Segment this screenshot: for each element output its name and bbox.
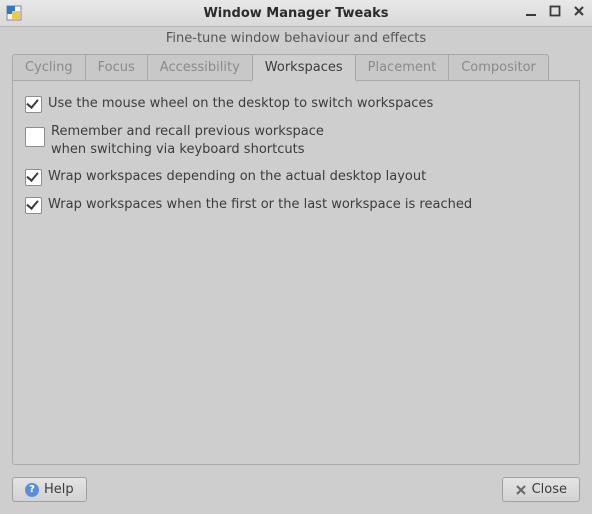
option-label: Use the mouse wheel on the desktop to sw… bbox=[48, 95, 433, 113]
window: Window Manager Tweaks Fine-tune window b… bbox=[0, 0, 592, 514]
tab-compositor[interactable]: Compositor bbox=[448, 54, 549, 81]
close-icon bbox=[515, 484, 527, 496]
button-bar: ? Help Close bbox=[12, 465, 580, 502]
tab-cycling[interactable]: Cycling bbox=[12, 54, 86, 81]
minimize-button[interactable] bbox=[524, 5, 538, 21]
help-button[interactable]: ? Help bbox=[12, 477, 87, 502]
option-wrap-layout[interactable]: Wrap workspaces depending on the actual … bbox=[25, 168, 567, 186]
checkbox-icon[interactable] bbox=[25, 96, 42, 113]
checkbox-icon[interactable] bbox=[25, 197, 42, 214]
maximize-button[interactable] bbox=[548, 5, 562, 21]
tab-accessibility[interactable]: Accessibility bbox=[147, 54, 253, 81]
close-button-label: Close bbox=[532, 482, 567, 497]
option-label: Wrap workspaces when the first or the la… bbox=[48, 196, 472, 214]
tab-panel-workspaces: Use the mouse wheel on the desktop to sw… bbox=[12, 80, 580, 465]
tab-bar: Cycling Focus Accessibility Workspaces P… bbox=[12, 54, 580, 81]
titlebar: Window Manager Tweaks bbox=[0, 0, 592, 27]
window-controls bbox=[524, 5, 586, 21]
close-dialog-button[interactable]: Close bbox=[502, 477, 580, 502]
option-label: Remember and recall previous workspacewh… bbox=[51, 123, 324, 158]
app-icon bbox=[6, 5, 22, 21]
checkbox-icon[interactable] bbox=[25, 169, 42, 186]
content-area: Cycling Focus Accessibility Workspaces P… bbox=[0, 54, 592, 514]
option-mousewheel-switch[interactable]: Use the mouse wheel on the desktop to sw… bbox=[25, 95, 567, 113]
window-subtitle: Fine-tune window behaviour and effects bbox=[0, 27, 592, 54]
tab-focus[interactable]: Focus bbox=[85, 54, 148, 81]
tab-frame: Cycling Focus Accessibility Workspaces P… bbox=[12, 54, 580, 465]
close-button[interactable] bbox=[572, 5, 586, 21]
option-remember-previous[interactable]: Remember and recall previous workspacewh… bbox=[25, 123, 567, 158]
option-label: Wrap workspaces depending on the actual … bbox=[48, 168, 426, 186]
checkbox-icon[interactable] bbox=[25, 127, 45, 147]
option-wrap-first-last[interactable]: Wrap workspaces when the first or the la… bbox=[25, 196, 567, 214]
tab-placement[interactable]: Placement bbox=[355, 54, 450, 81]
help-icon: ? bbox=[25, 483, 39, 497]
tab-workspaces[interactable]: Workspaces bbox=[252, 54, 356, 81]
window-title: Window Manager Tweaks bbox=[0, 6, 592, 21]
help-button-label: Help bbox=[44, 482, 74, 497]
